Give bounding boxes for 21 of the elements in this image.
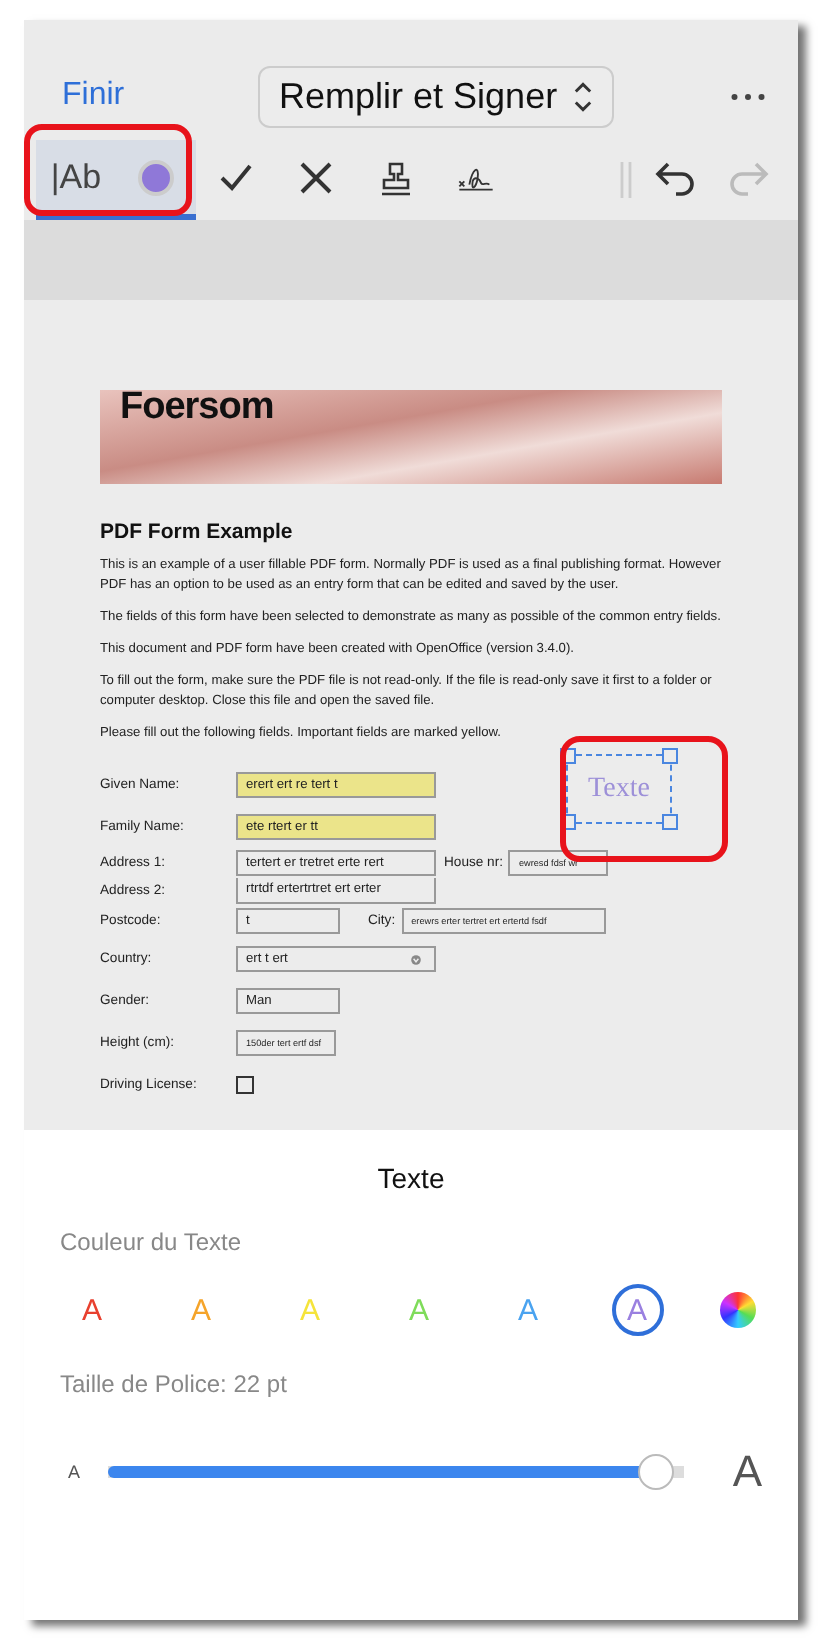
more-icon[interactable]: [729, 91, 766, 101]
font-size-label: Taille de Police: 22 pt: [60, 1370, 289, 1398]
color-dot-icon: [138, 159, 174, 195]
chevron-icon: [573, 79, 592, 113]
checkbox[interactable]: [236, 1076, 254, 1094]
finish-link[interactable]: Finir: [62, 78, 125, 114]
section-label: Couleur du Texte: [60, 1228, 244, 1256]
stamp-icon: [376, 157, 416, 197]
dropdown-icon: [410, 954, 422, 966]
cross-icon: [296, 157, 336, 197]
logo-text: Foersom: [120, 386, 274, 430]
text-tool[interactable]: |Ab: [36, 140, 116, 214]
large-size-label: A: [730, 1446, 762, 1498]
mode-selector[interactable]: Remplir et Signer: [257, 65, 614, 127]
small-size-label: A: [66, 1462, 81, 1482]
document-title: PDF Form Example: [100, 520, 295, 544]
grip-icon: [618, 160, 634, 200]
color-option[interactable]: A: [66, 1284, 118, 1336]
slider-thumb[interactable]: [637, 1454, 674, 1490]
color-wheel-icon[interactable]: [720, 1292, 756, 1328]
sheet-title: Texte: [375, 1162, 447, 1194]
